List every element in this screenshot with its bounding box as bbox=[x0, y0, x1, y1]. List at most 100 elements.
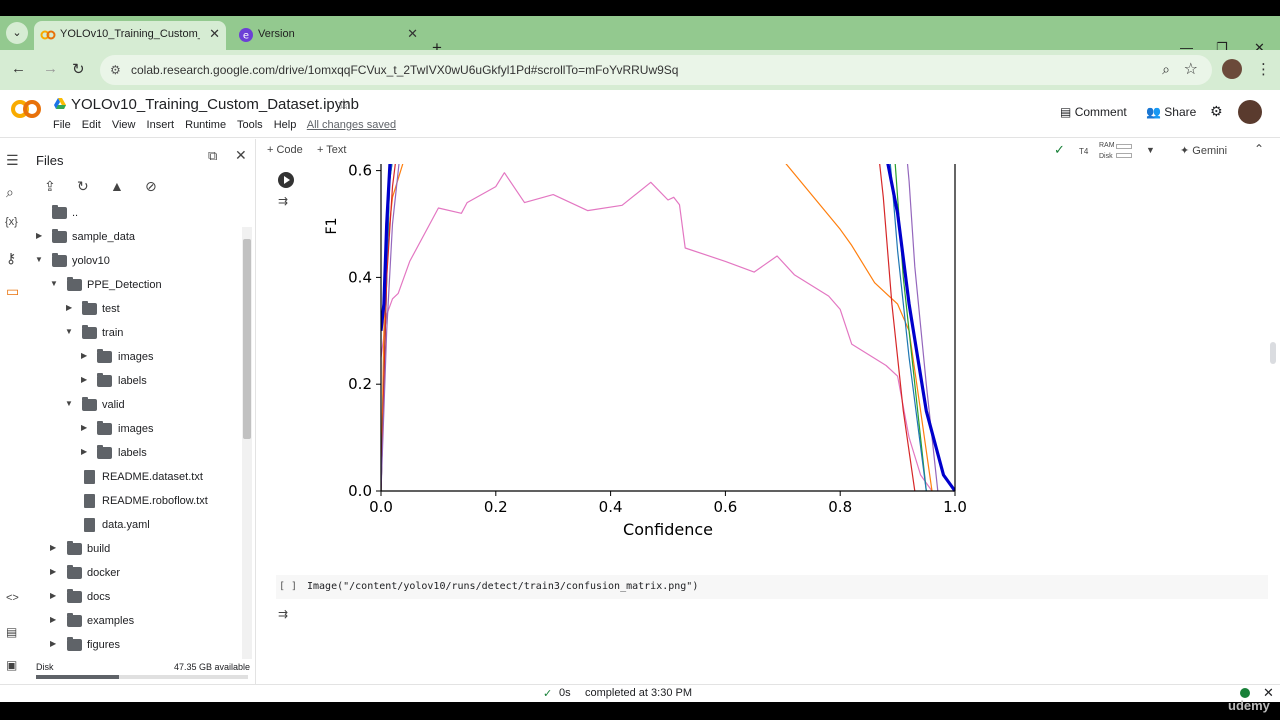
tree-item-figures[interactable]: ▶ figures bbox=[30, 635, 240, 657]
account-avatar[interactable] bbox=[1238, 100, 1262, 124]
tree-item-yolov10[interactable]: ▼ yolov10 bbox=[30, 251, 240, 273]
menu-help[interactable]: Help bbox=[274, 119, 297, 131]
tree-item-parent[interactable]: .. bbox=[30, 203, 240, 225]
variables-icon[interactable]: {x} bbox=[5, 216, 18, 228]
menu-edit[interactable]: Edit bbox=[82, 119, 101, 131]
menu-file[interactable]: File bbox=[53, 119, 71, 131]
table-of-contents-icon[interactable]: ☰ bbox=[6, 152, 19, 169]
menu-tools[interactable]: Tools bbox=[237, 119, 263, 131]
y-tick-label: 0.6 bbox=[348, 164, 372, 180]
upload-icon[interactable]: ⇪ bbox=[44, 178, 56, 195]
save-status[interactable]: All changes saved bbox=[307, 119, 396, 131]
y-tick-label: 0.0 bbox=[348, 482, 372, 500]
reload-icon[interactable]: ↻ bbox=[72, 60, 85, 78]
comment-icon: ▤ bbox=[1060, 105, 1072, 119]
connection-status-dot bbox=[1240, 688, 1250, 698]
forward-icon[interactable]: → bbox=[43, 60, 58, 77]
browser-tab-bar: ⌄ YOLOv10_Training_Custom_Dat ✕ e Versio… bbox=[0, 16, 1280, 57]
tree-item-docker[interactable]: ▶ docker bbox=[30, 563, 240, 585]
tree-item-valid-images[interactable]: ▶ images bbox=[30, 419, 240, 441]
back-icon[interactable]: ← bbox=[11, 60, 26, 77]
notebook-title[interactable]: YOLOv10_Training_Custom_Dataset.ipynb bbox=[71, 96, 359, 113]
series-line-1 bbox=[381, 164, 933, 492]
tree-item-PPE_Detection[interactable]: ▼ PPE_Detection bbox=[30, 275, 240, 297]
command-palette-icon[interactable]: ▤ bbox=[6, 625, 17, 639]
tab-search-button[interactable]: ⌄ bbox=[6, 22, 28, 44]
share-icon: 👥 bbox=[1146, 105, 1161, 119]
add-text-button[interactable]: + Text bbox=[317, 144, 346, 156]
series-line-6 bbox=[381, 164, 955, 492]
tree-item-readme-roboflow[interactable]: README.roboflow.txt bbox=[30, 491, 240, 513]
search-icon[interactable]: ⌕ bbox=[6, 184, 14, 201]
address-bar[interactable]: ⚙ colab.research.google.com/drive/1omxqq… bbox=[100, 55, 1212, 85]
tree-item-readme-dataset[interactable]: README.dataset.txt bbox=[30, 467, 240, 489]
hide-files-icon[interactable]: ⊘ bbox=[145, 178, 157, 195]
cell-code[interactable]: Image("/content/yolov10/runs/detect/trai… bbox=[307, 581, 698, 592]
terminal-icon[interactable]: ▣ bbox=[6, 658, 17, 672]
connected-check-icon: ✓ bbox=[1054, 142, 1065, 157]
zoom-icon[interactable]: ⌕ bbox=[1162, 61, 1170, 78]
collapse-chevron-icon[interactable]: ⌃ bbox=[1254, 142, 1264, 156]
series-line-2 bbox=[381, 164, 927, 492]
runtime-type[interactable]: T4 bbox=[1079, 147, 1088, 156]
share-button[interactable]: 👥 Share bbox=[1146, 105, 1196, 119]
close-panel-icon[interactable]: ✕ bbox=[235, 147, 247, 164]
star-notebook-icon[interactable]: ☆ bbox=[337, 95, 350, 113]
tree-item-valid[interactable]: ▼ valid bbox=[30, 395, 240, 417]
tree-item-sample_data[interactable]: ▶ sample_data bbox=[30, 227, 240, 249]
tree-item-test[interactable]: ▶ test bbox=[30, 299, 240, 321]
refresh-icon[interactable]: ↻ bbox=[77, 178, 89, 195]
files-scrollbar-thumb[interactable] bbox=[243, 239, 251, 439]
close-tab-icon[interactable]: ✕ bbox=[209, 26, 220, 42]
disk-available: 47.35 GB available bbox=[174, 662, 251, 672]
cell-run-bracket[interactable]: [ ] bbox=[279, 581, 297, 592]
ram-label: RAM bbox=[1099, 142, 1115, 149]
url-text[interactable]: colab.research.google.com/drive/1omxqqFC… bbox=[131, 63, 678, 77]
browser-tab-colab[interactable]: YOLOv10_Training_Custom_Dat ✕ bbox=[34, 21, 226, 50]
output-toggle-icon[interactable]: ⇉ bbox=[278, 194, 288, 208]
tree-item-data-yaml[interactable]: data.yaml bbox=[30, 515, 240, 537]
files-folder-icon[interactable]: ▭ bbox=[6, 283, 19, 300]
disk-usage-bar bbox=[36, 675, 248, 679]
screen: ⌄ YOLOv10_Training_Custom_Dat ✕ e Versio… bbox=[0, 0, 1280, 720]
tree-item-train[interactable]: ▼ train bbox=[30, 323, 240, 345]
code-cell-confusion-matrix[interactable]: [ ] Image("/content/yolov10/runs/detect/… bbox=[276, 575, 1268, 599]
browser-tab-version[interactable]: e Version ✕ bbox=[232, 21, 424, 50]
x-tick-label: 1.0 bbox=[943, 498, 967, 516]
menu-runtime[interactable]: Runtime bbox=[185, 119, 226, 131]
f1-confidence-chart: 0.0 0.2 0.4 0.6 0.8 1.0 0.0 0.2 0.4 0.6 Confidenc… bbox=[324, 164, 967, 539]
menu-insert[interactable]: Insert bbox=[147, 119, 175, 131]
close-tab-icon[interactable]: ✕ bbox=[407, 26, 418, 42]
page-scrollbar-thumb[interactable] bbox=[1270, 342, 1276, 364]
colab-logo-icon[interactable] bbox=[10, 98, 42, 120]
tree-item-train-labels[interactable]: ▶ labels bbox=[30, 371, 240, 393]
tree-item-build[interactable]: ▶ build bbox=[30, 539, 240, 561]
tree-item-train-images[interactable]: ▶ images bbox=[30, 347, 240, 369]
run-cell-button[interactable] bbox=[278, 172, 294, 188]
tree-item-valid-labels[interactable]: ▶ labels bbox=[30, 443, 240, 465]
status-check-icon: ✓ bbox=[543, 688, 553, 700]
profile-avatar[interactable] bbox=[1222, 59, 1242, 79]
resource-labels[interactable]: RAM Disk bbox=[1099, 140, 1115, 162]
x-tick-label: 0.0 bbox=[369, 498, 393, 516]
gemini-button[interactable]: ✦ Gemini bbox=[1180, 144, 1227, 157]
runtime-dropdown-icon[interactable]: ▼ bbox=[1146, 145, 1155, 155]
site-info-icon[interactable]: ⚙ bbox=[110, 63, 121, 77]
tree-item-examples[interactable]: ▶ examples bbox=[30, 611, 240, 633]
add-code-button[interactable]: + Code bbox=[267, 144, 303, 156]
series-line-0 bbox=[381, 172, 933, 492]
browser-menu-icon[interactable]: ⋮ bbox=[1256, 60, 1271, 78]
mount-drive-icon[interactable]: ▲ bbox=[110, 178, 124, 194]
settings-gear-icon[interactable]: ⚙ bbox=[1210, 103, 1223, 120]
tree-item-docs[interactable]: ▶ docs bbox=[30, 587, 240, 609]
bookmark-star-icon[interactable]: ☆ bbox=[1184, 59, 1198, 79]
svg-text:e: e bbox=[243, 31, 249, 42]
drive-icon[interactable] bbox=[54, 98, 66, 109]
menu-view[interactable]: View bbox=[112, 119, 136, 131]
status-bar: ✓ 0s completed at 3:30 PM ✕ bbox=[0, 684, 1280, 702]
output-toggle-icon[interactable]: ⇉ bbox=[278, 607, 288, 621]
open-in-tab-icon[interactable]: ⧉ bbox=[208, 148, 217, 164]
code-snippets-icon[interactable]: <> bbox=[6, 592, 19, 604]
comment-button[interactable]: ▤ Comment bbox=[1060, 105, 1127, 119]
secrets-key-icon[interactable]: ⚷ bbox=[6, 250, 16, 267]
